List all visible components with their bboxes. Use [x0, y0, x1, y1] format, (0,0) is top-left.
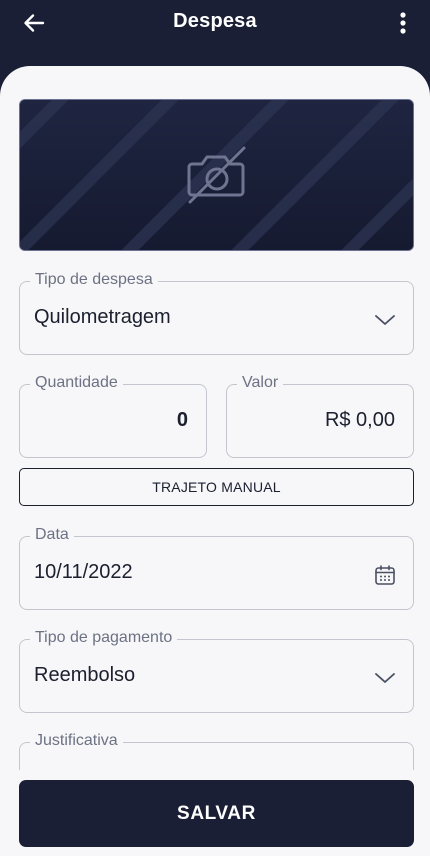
justificativa-label: Justificativa — [30, 731, 123, 751]
chevron-down-icon — [373, 666, 397, 690]
save-button[interactable]: SALVAR — [19, 780, 414, 847]
chevron-down-icon — [373, 308, 397, 332]
calendar-icon[interactable] — [373, 563, 397, 587]
tipo-despesa-value: Quilometragem — [34, 306, 171, 328]
form-sheet: Tipo de despesa Quilometragem Quantidade… — [0, 66, 430, 856]
data-date-picker[interactable]: Data 10/11/2022 — [19, 525, 414, 610]
tipo-despesa-select[interactable]: Tipo de despesa Quilometragem — [19, 270, 414, 355]
data-label: Data — [30, 525, 74, 545]
app-bar: Despesa — [0, 0, 430, 72]
tipo-despesa-label: Tipo de despesa — [30, 270, 158, 290]
quantidade-label: Quantidade — [30, 373, 123, 393]
page-title: Despesa — [173, 10, 257, 32]
trajeto-manual-button[interactable]: TRAJETO MANUAL — [19, 468, 414, 506]
valor-value: R$ 0,00 — [324, 409, 395, 431]
quantidade-value: 0 — [176, 409, 188, 431]
quantidade-input[interactable]: Quantidade 0 — [19, 373, 207, 458]
camera-off-icon — [187, 146, 245, 204]
more-options-button[interactable] — [386, 6, 420, 40]
valor-label: Valor — [237, 373, 284, 393]
data-value: 10/11/2022 — [34, 561, 133, 583]
valor-input[interactable]: Valor R$ 0,00 — [226, 373, 414, 458]
photo-upload-area[interactable] — [19, 99, 414, 251]
tipo-pagamento-label: Tipo de pagamento — [30, 628, 178, 648]
tipo-pagamento-select[interactable]: Tipo de pagamento Reembolso — [19, 628, 414, 713]
tipo-pagamento-value: Reembolso — [34, 664, 136, 686]
more-vertical-icon — [400, 12, 406, 34]
